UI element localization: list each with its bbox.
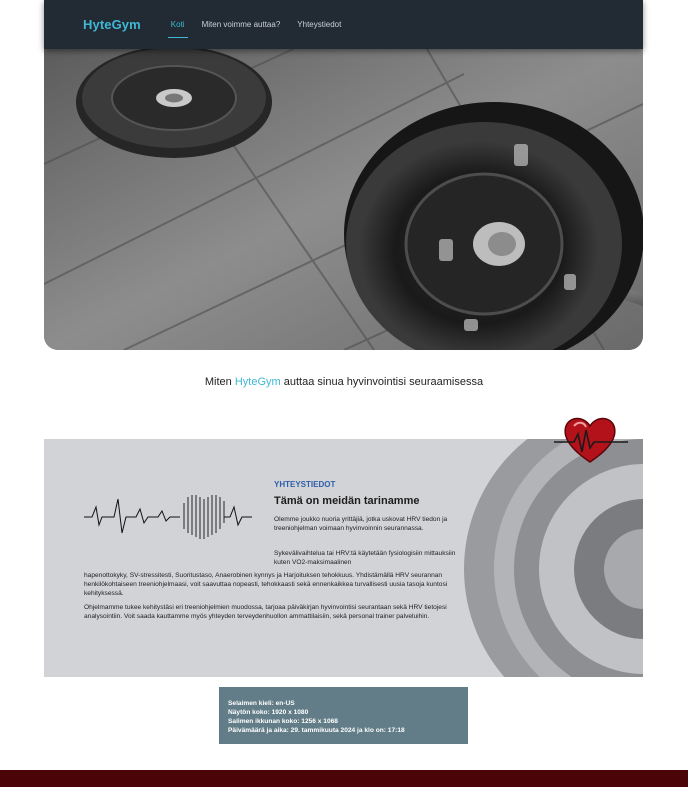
paragraph-program: Ohjelmamme tukee kehitystäsi eri treenio… <box>84 604 447 620</box>
nav-item-miten-voimme-auttaa[interactable]: Miten voimme auttaa? <box>200 16 283 33</box>
paragraph-hrv-start: Sykevälivaihtelua tai HRV:tä käytetään f… <box>274 550 456 566</box>
paragraph-intro: Olemme joukko nuoria yrittäjiä, jotka us… <box>274 516 448 532</box>
brand-logo[interactable]: HyteGym <box>83 17 141 32</box>
barbell-illustration <box>44 44 643 350</box>
tagline-suffix: auttaa sinua hyvinvointisi seuraamisessa <box>283 376 484 388</box>
browser-info-box: Selaimen kieli: en-US Näytön koko: 1920 … <box>219 687 468 744</box>
footer <box>0 770 688 787</box>
tagline-brand: HyteGym <box>234 376 281 388</box>
contact-section: YHTEYSTIEDOT Tämä on meidän tarinamme Ol… <box>44 439 643 677</box>
paragraph-hrv-continued: hapenottokyky, SV-stressitesti, Suoritus… <box>84 572 448 597</box>
window-size: Salimen ikkunan koko: 1256 x 1068 <box>228 718 338 725</box>
ecg-heart-icon <box>84 495 252 539</box>
nav-item-koti[interactable]: Koti <box>167 16 188 38</box>
nav-item-yhteystiedot[interactable]: Yhteystiedot <box>295 16 343 33</box>
browser-language: Selaimen kieli: en-US <box>228 700 295 707</box>
section-title: Tämä on meidän tarinamme <box>274 495 420 507</box>
main-nav: Koti Miten voimme auttaa? Yhteystiedot <box>167 0 357 49</box>
date-time: Päivämäärä ja aika: 29. tammikuuta 2024 … <box>228 727 405 734</box>
navbar: HyteGym Koti Miten voimme auttaa? Yhteys… <box>44 0 643 49</box>
heart-logo-icon <box>552 412 630 472</box>
hero-image <box>44 44 643 350</box>
page: HyteGym Koti Miten voimme auttaa? Yhteys… <box>0 0 688 787</box>
tagline: Miten HyteGym auttaa sinua hyvinvointisi… <box>0 376 688 388</box>
screen-size: Näytön koko: 1920 x 1080 <box>228 709 309 716</box>
tagline-prefix: Miten <box>204 376 232 388</box>
section-label: YHTEYSTIEDOT <box>274 480 336 489</box>
